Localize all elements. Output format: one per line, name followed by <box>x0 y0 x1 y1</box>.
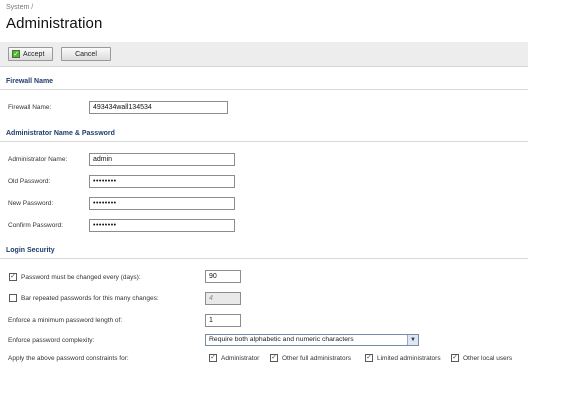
confirm-password-input[interactable]: •••••••• <box>89 219 235 232</box>
apply-administrator-checkbox[interactable]: ✓ <box>209 354 217 362</box>
firewall-name-input[interactable]: 493434wall134534 <box>89 101 228 114</box>
new-password-label: New Password: <box>8 200 54 207</box>
apply-constraints-label: Apply the above password constraints for… <box>8 355 129 362</box>
apply-administrator-label: Administrator <box>221 355 260 362</box>
password-change-days-input[interactable]: 90 <box>205 270 241 283</box>
section-divider <box>0 89 528 90</box>
cancel-button[interactable]: Cancel <box>61 47 111 61</box>
bar-repeat-label: Bar repeated passwords for this many cha… <box>21 295 159 302</box>
section-heading-admin: Administrator Name & Password <box>6 130 115 137</box>
firewall-name-label: Firewall Name: <box>8 104 52 111</box>
password-change-checkbox[interactable]: ✓ <box>9 273 17 281</box>
section-heading-login-security: Login Security <box>6 247 55 254</box>
accept-button-label: Accept <box>23 51 45 58</box>
apply-local-users-checkbox[interactable]: ✓ <box>451 354 459 362</box>
complexity-select[interactable]: Require both alphabetic and numeric char… <box>205 334 419 346</box>
apply-limited-admins-checkbox[interactable]: ✓ <box>365 354 373 362</box>
password-change-label: Password must be changed every (days): <box>21 274 141 281</box>
new-password-input[interactable]: •••••••• <box>89 197 235 210</box>
complexity-label: Enforce password complexity: <box>8 337 95 344</box>
min-length-input[interactable]: 1 <box>205 314 241 327</box>
admin-name-label: Administrator Name: <box>8 156 68 163</box>
section-divider <box>0 258 528 259</box>
old-password-input[interactable]: •••••••• <box>89 175 235 188</box>
old-password-label: Old Password: <box>8 178 51 185</box>
apply-full-admins-label: Other full administrators <box>282 355 351 362</box>
chevron-down-icon[interactable]: ▼ <box>407 335 418 345</box>
page-title: Administration <box>6 15 103 32</box>
breadcrumb: System / <box>6 4 34 11</box>
section-heading-firewall-name: Firewall Name <box>6 78 54 85</box>
apply-local-users-label: Other local users <box>463 355 513 362</box>
accept-button[interactable]: ✓ Accept <box>8 47 53 61</box>
bar-repeat-checkbox[interactable] <box>9 294 17 302</box>
apply-full-admins-checkbox[interactable]: ✓ <box>270 354 278 362</box>
apply-limited-admins-label: Limited administrators <box>377 355 441 362</box>
bar-repeat-count-input[interactable]: 4 <box>205 292 241 305</box>
complexity-select-value: Require both alphabetic and numeric char… <box>209 336 354 343</box>
section-divider <box>0 141 528 142</box>
confirm-password-label: Confirm Password: <box>8 222 63 229</box>
toolbar: ✓ Accept Cancel <box>0 42 528 67</box>
min-length-label: Enforce a minimum password length of: <box>8 317 123 324</box>
admin-name-input[interactable]: admin <box>89 153 235 166</box>
check-icon: ✓ <box>12 50 20 58</box>
